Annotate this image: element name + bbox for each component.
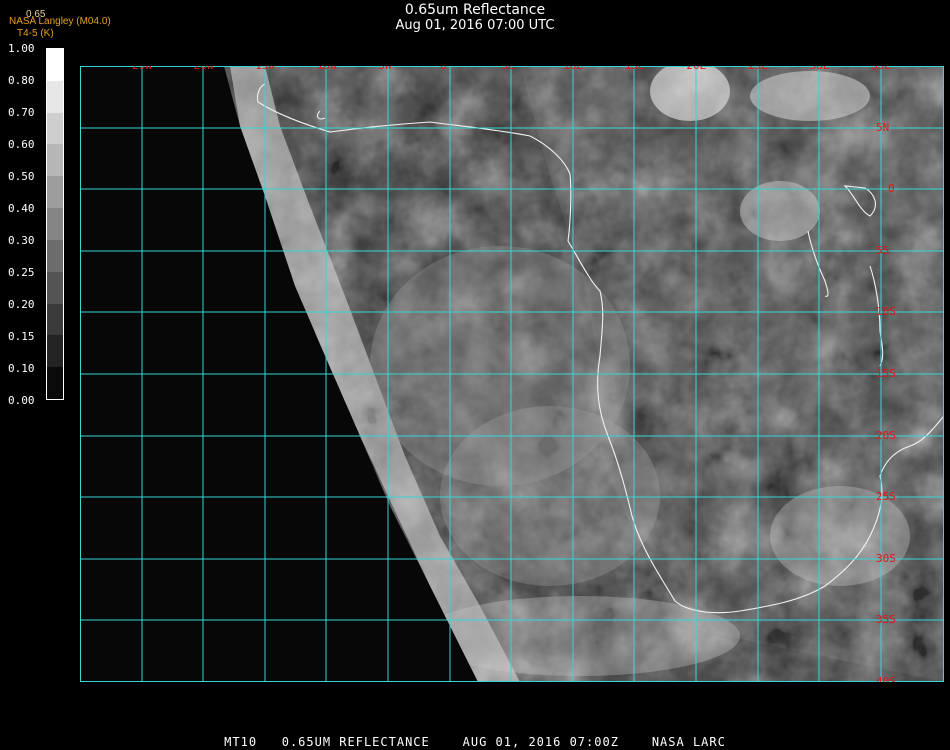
latitude-label: 10S [876, 305, 896, 319]
image-title: 0.65um Reflectance [404, 2, 546, 18]
latitude-label: 30S [876, 551, 896, 565]
longitude-label: 5W [378, 66, 391, 72]
colorbar-segment [47, 303, 63, 336]
colorbar-segment [47, 176, 63, 209]
brand-name: NASA Langley (M04.0) [9, 16, 111, 27]
footer-caption: MT10 0.65UM REFLECTANCE AUG 01, 2016 07:… [224, 735, 726, 749]
image-datetime: Aug 01, 2016 07:00 UTC [395, 18, 555, 33]
colorbar-tick-label: 0.20 [8, 298, 35, 311]
colorbar-tick-label: 0.30 [8, 234, 35, 247]
colorbar-segment [47, 239, 63, 272]
colorbar-tick-label: 0.25 [8, 266, 35, 279]
satellite-map: 25W 20W 15W 10W 5W 0 5E 10E 15E 20E 25E 30E 35E 5N 0 5… [80, 66, 944, 682]
colorbar-tick-label: 0.80 [8, 74, 35, 87]
colorbar-tick-label: 0.15 [8, 330, 35, 343]
colorbar-segment [47, 80, 63, 113]
colorbar-tick-label: 0.50 [8, 170, 35, 183]
longitude-label: 10W [317, 66, 337, 72]
colorbar-tick-label: 0.40 [8, 202, 35, 215]
longitude-label: 15E [625, 66, 645, 72]
colorbar-segment [47, 49, 63, 81]
longitude-label: 5E [502, 66, 515, 72]
latitude-label: 5S [876, 243, 890, 257]
colorbar-segment [47, 335, 63, 368]
colorbar-segment [47, 367, 63, 399]
colorbar-segment [47, 271, 63, 304]
latitude-label: 20S [876, 428, 896, 442]
reflectance-colorbar [46, 48, 64, 400]
longitude-label: 15W [255, 66, 275, 72]
colorbar-segment [47, 112, 63, 145]
colorbar-segment [47, 208, 63, 240]
latitude-label: 0 [888, 182, 895, 196]
colorbar-tick-label: 0.00 [8, 394, 35, 407]
latitude-label: 40S [876, 675, 896, 682]
satellite-imagery [80, 66, 944, 682]
longitude-label: 0 [440, 66, 447, 72]
longitude-label: 10E [563, 66, 583, 72]
longitude-label: 25W [132, 66, 152, 72]
latitude-label: 25S [876, 490, 896, 504]
brand-block: NASA Langley (M04.0) T4-5 (K) [9, 16, 111, 40]
latitude-label: 15S [876, 367, 896, 380]
longitude-label: 20W [194, 66, 214, 72]
colorbar-tick-label: 0.10 [8, 362, 35, 375]
colorbar-tick-label: 0.60 [8, 138, 35, 151]
longitude-label: 20E [686, 66, 706, 72]
colorbar-tick-label: 0.70 [8, 106, 35, 119]
longitude-label: 25E [748, 66, 768, 72]
brand-unit: T4-5 (K) [17, 28, 54, 39]
longitude-label: 30E [810, 66, 830, 72]
latitude-label: 35S [876, 613, 896, 627]
longitude-label: 35E [871, 66, 891, 72]
colorbar-segment [47, 144, 63, 177]
colorbar-tick-label: 1.00 [8, 42, 35, 55]
latitude-label: 5N [876, 120, 890, 134]
